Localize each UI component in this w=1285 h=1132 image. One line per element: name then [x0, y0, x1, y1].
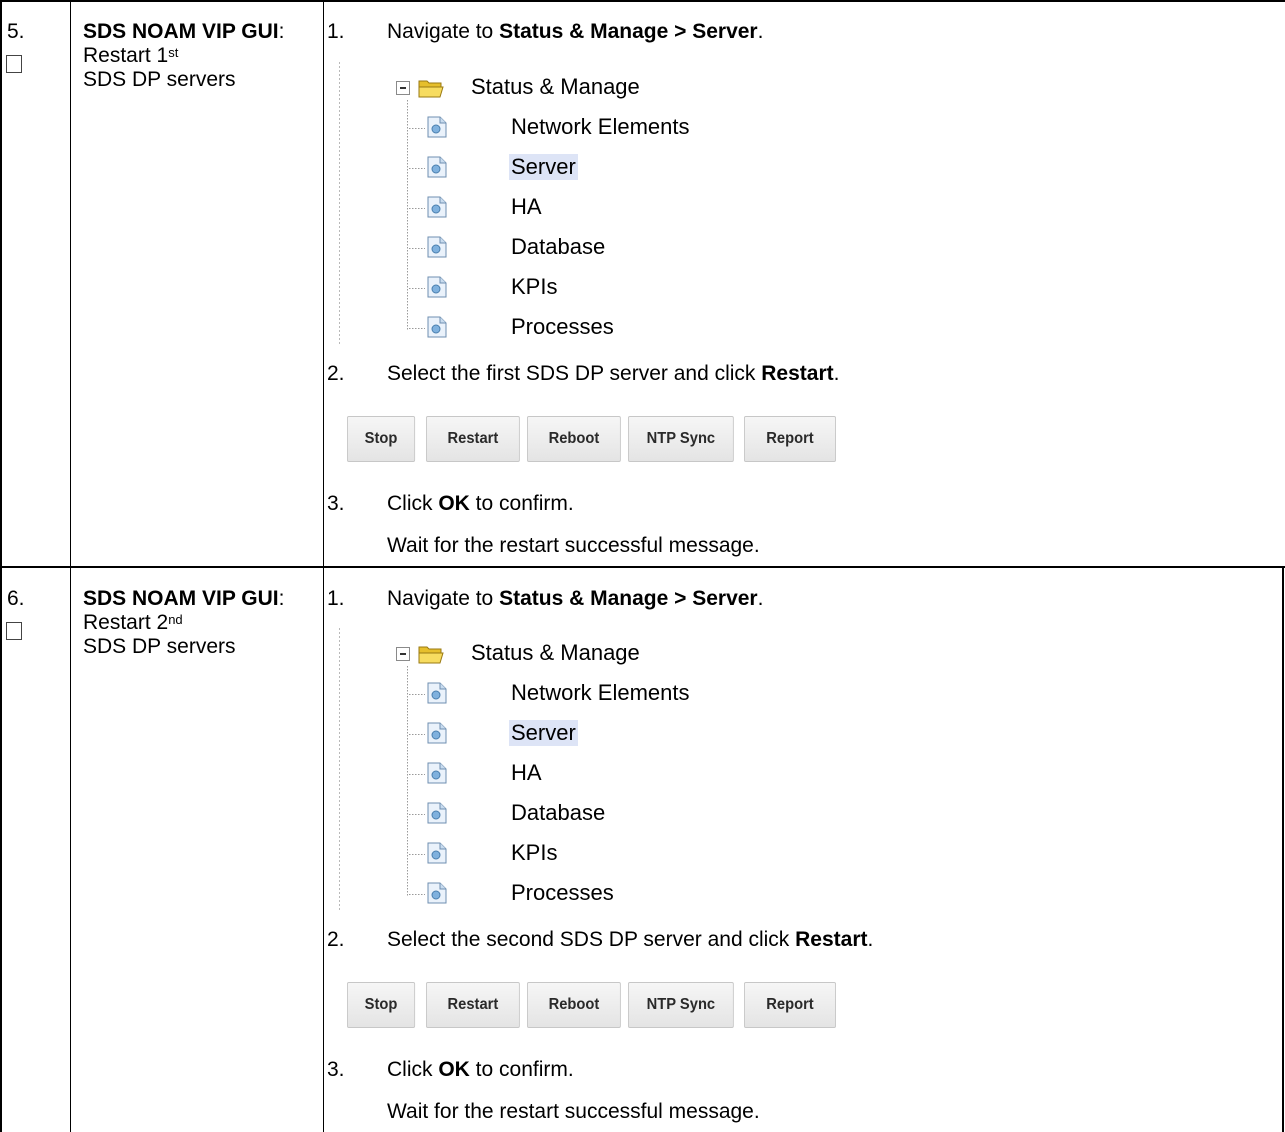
instruction-bold: Restart	[761, 362, 834, 385]
table-border-top	[0, 0, 1285, 2]
step-title-bold: SDS NOAM VIP GUI	[83, 20, 279, 43]
page-icon	[427, 802, 447, 824]
page-icon	[427, 116, 447, 138]
navigation-tree: Status & Manage Network Elements Server …	[339, 62, 739, 352]
tree-branch	[409, 734, 425, 735]
tree-item-database[interactable]: Database	[511, 234, 605, 260]
reboot-button[interactable]: Reboot	[527, 416, 621, 462]
instruction-note: Wait for the restart successful message.	[387, 534, 760, 557]
instruction-text-post: .	[833, 362, 840, 385]
tree-branch	[409, 248, 425, 249]
tree-item-server[interactable]: Server	[509, 720, 578, 746]
instruction-text-post: .	[757, 20, 764, 43]
instruction-number: 1.	[327, 20, 345, 43]
tree-item-ha[interactable]: HA	[511, 194, 542, 220]
instruction-number: 1.	[327, 587, 345, 610]
step-number: 5.	[7, 20, 25, 43]
table-border-right	[1282, 566, 1284, 1132]
tree-border	[339, 628, 340, 912]
tree-root-label[interactable]: Status & Manage	[471, 74, 640, 100]
tree-item-kpis[interactable]: KPIs	[511, 274, 557, 300]
tree-item-processes[interactable]: Processes	[511, 880, 614, 906]
step-title-superscript: nd	[168, 612, 183, 627]
tree-branch	[409, 208, 425, 209]
stop-button[interactable]: Stop	[347, 416, 416, 462]
tree-border	[339, 62, 340, 346]
tree-branch	[409, 128, 425, 129]
instruction-text: Select the second SDS DP server and clic…	[387, 928, 796, 951]
tree-item-network-elements[interactable]: Network Elements	[511, 114, 690, 140]
step-title-tail: SDS DP servers	[83, 68, 236, 91]
ntp-sync-button[interactable]: NTP Sync	[628, 982, 734, 1028]
instruction-text-post: .	[867, 928, 874, 951]
step-checkbox[interactable]	[6, 55, 22, 73]
tree-branch	[409, 854, 425, 855]
stop-button[interactable]: Stop	[347, 982, 416, 1028]
tree-branch	[409, 774, 425, 775]
table-row-divider	[0, 566, 1285, 568]
instruction-text: Click	[387, 492, 439, 515]
instruction-text: Navigate to	[387, 587, 500, 610]
page-icon	[427, 882, 447, 904]
instruction-number: 3.	[327, 492, 345, 515]
instruction-bold: Restart	[795, 928, 868, 951]
tree-item-server[interactable]: Server	[509, 154, 578, 180]
tree-vertical-connector	[407, 666, 408, 896]
instruction-number: 2.	[327, 928, 345, 951]
tree-branch	[409, 288, 425, 289]
instruction-number: 3.	[327, 1058, 345, 1081]
instruction-text-post: to confirm.	[469, 492, 574, 515]
collapse-minus-icon[interactable]	[396, 647, 410, 661]
tree-branch	[409, 168, 425, 169]
tree-item-network-elements[interactable]: Network Elements	[511, 680, 690, 706]
instruction-bold: OK	[438, 1058, 470, 1081]
tree-root-label[interactable]: Status & Manage	[471, 640, 640, 666]
page-icon	[427, 682, 447, 704]
instruction-text: Navigate to	[387, 20, 500, 43]
page-icon	[427, 276, 447, 298]
page-icon	[427, 316, 447, 338]
folder-open-icon	[418, 80, 444, 98]
tree-item-ha[interactable]: HA	[511, 760, 542, 786]
tree-branch	[409, 814, 425, 815]
restart-button[interactable]: Restart	[426, 982, 520, 1028]
page-icon	[427, 842, 447, 864]
ntp-sync-button[interactable]: NTP Sync	[628, 416, 734, 462]
tree-branch	[409, 328, 425, 329]
report-button[interactable]: Report	[744, 416, 836, 462]
instruction-bold: OK	[438, 492, 470, 515]
step-title-bold: SDS NOAM VIP GUI	[83, 587, 279, 610]
tree-item-database[interactable]: Database	[511, 800, 605, 826]
step-title-superscript: st	[168, 45, 179, 60]
page-icon	[427, 762, 447, 784]
step-title: SDS NOAM VIP GUI: Restart 2nd SDS DP ser…	[83, 587, 293, 659]
step-title: SDS NOAM VIP GUI: Restart 1st SDS DP ser…	[83, 20, 293, 92]
instruction-note: Wait for the restart successful message.	[387, 1100, 760, 1123]
tree-branch	[409, 694, 425, 695]
collapse-minus-icon[interactable]	[396, 81, 410, 95]
page-icon	[427, 236, 447, 258]
instruction-text-post: to confirm.	[469, 1058, 574, 1081]
page-icon	[427, 196, 447, 218]
folder-open-icon	[418, 646, 444, 664]
instruction-text: Select the first SDS DP server and click	[387, 362, 762, 385]
step-number: 6.	[7, 587, 25, 610]
instruction-text-post: .	[757, 587, 764, 610]
report-button[interactable]: Report	[744, 982, 836, 1028]
restart-button[interactable]: Restart	[426, 416, 520, 462]
instruction-bold: Status & Manage > Server	[499, 20, 758, 43]
step-checkbox[interactable]	[6, 622, 22, 640]
reboot-button[interactable]: Reboot	[527, 982, 621, 1028]
tree-item-processes[interactable]: Processes	[511, 314, 614, 340]
instruction-number: 2.	[327, 362, 345, 385]
tree-item-kpis[interactable]: KPIs	[511, 840, 557, 866]
tree-branch	[409, 894, 425, 895]
tree-vertical-connector	[407, 100, 408, 330]
instruction-text: Click	[387, 1058, 439, 1081]
step-title-tail: SDS DP servers	[83, 635, 236, 658]
page-icon	[427, 722, 447, 744]
page-icon	[427, 156, 447, 178]
navigation-tree: Status & Manage Network Elements Server …	[339, 628, 739, 918]
instruction-bold: Status & Manage > Server	[499, 587, 758, 610]
